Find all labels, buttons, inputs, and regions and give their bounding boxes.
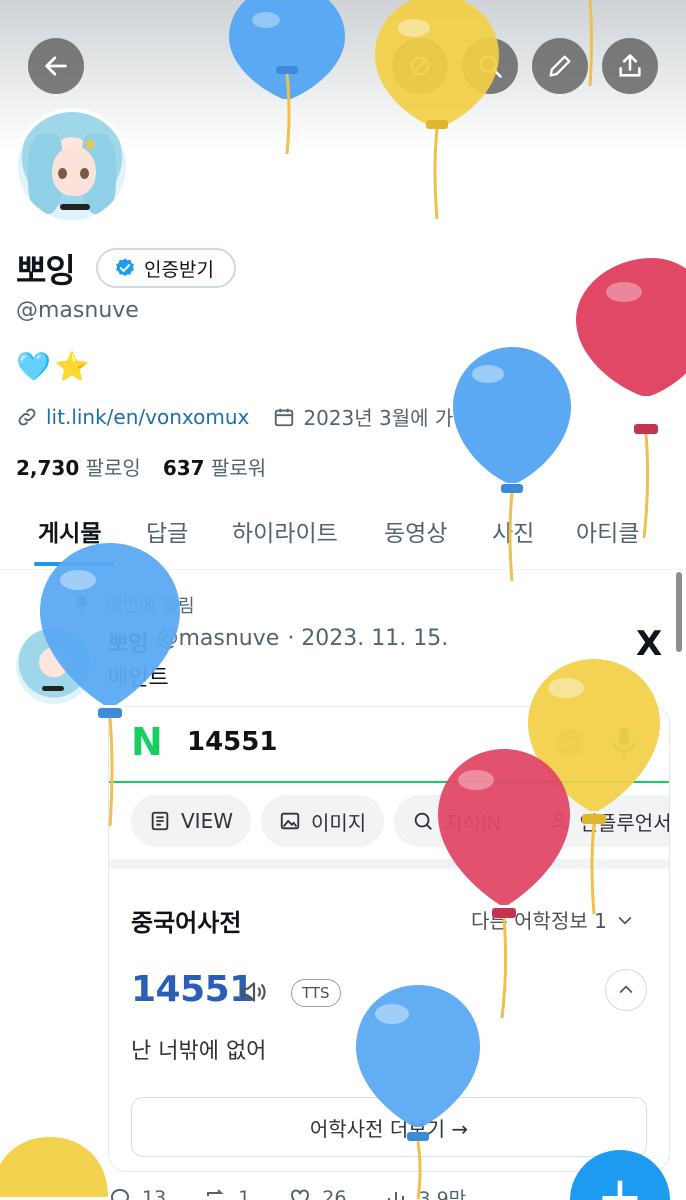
tts-badge: TTS	[291, 979, 341, 1007]
views-icon	[388, 1191, 405, 1200]
post-date[interactable]: · 2023. 11. 15.	[287, 626, 448, 658]
naver-logo: N	[131, 720, 163, 764]
get-verified-label: 인증받기	[144, 258, 214, 281]
chevron-right-icon[interactable]: ›	[500, 405, 508, 429]
following-link[interactable]: 2,730 팔로잉	[16, 452, 141, 481]
post-text: 메인트	[108, 666, 169, 691]
speaker-icon	[241, 982, 266, 1002]
repost-button[interactable]: 1	[204, 1184, 250, 1200]
post-actions: 13 1 26 3.9만	[108, 1184, 466, 1200]
tab-replies[interactable]: 답글	[146, 514, 188, 548]
profile-tabs: 게시물 답글 하이라이트 동영상 사진 아티클	[0, 498, 686, 570]
document-icon	[151, 811, 169, 831]
mute-button[interactable]	[392, 38, 448, 94]
heart-icon	[291, 1189, 310, 1200]
chip-images: 이미지	[261, 795, 385, 847]
clear-icon: ×	[555, 729, 583, 757]
tab-photos[interactable]: 사진	[492, 514, 534, 548]
chevron-down-icon	[618, 916, 632, 925]
search-query: 14551	[187, 727, 278, 757]
star-emoji: ⭐	[54, 350, 90, 383]
pinned-label: 메인에 올림	[106, 596, 195, 617]
tab-highlights[interactable]: 하이라이트	[232, 514, 338, 548]
active-tab-indicator	[34, 562, 114, 566]
share-icon	[619, 54, 641, 77]
pinned-indicator: 메인에 올림	[72, 592, 195, 618]
profile-link[interactable]: lit.link/en/vonxomux	[46, 405, 249, 429]
post-image[interactable]: N 14551 × VIEW 이미지 지식iN 인플루언서 중국어사전 다른 어…	[108, 706, 670, 1172]
post-author-avatar[interactable]	[16, 628, 92, 704]
edit-icon	[549, 55, 571, 77]
image-icon	[280, 812, 300, 830]
balloon-decoration	[0, 1137, 108, 1197]
tab-posts[interactable]: 게시물	[38, 514, 101, 548]
share-button[interactable]	[602, 38, 658, 94]
scrollbar[interactable]	[676, 572, 682, 652]
dictionary-more-button: 어학사전 더보기 →	[131, 1097, 647, 1157]
arrow-left-icon	[45, 56, 67, 76]
post-header: 뽀잉 @masnuve · 2023. 11. 15.	[108, 626, 448, 658]
user-handle: @masnuve	[16, 298, 139, 323]
light-blue-heart-emoji: 🩵	[16, 350, 51, 383]
search-tabs: VIEW 이미지 지식iN 인플루언서	[131, 795, 669, 847]
reply-button[interactable]: 13	[108, 1184, 166, 1200]
tab-videos[interactable]: 동영상	[384, 514, 447, 548]
calendar-icon	[275, 408, 294, 426]
microphone-icon	[612, 728, 636, 758]
mute-icon	[410, 56, 430, 76]
edit-button[interactable]	[532, 38, 588, 94]
chip-influencer: 인플루언서	[529, 795, 669, 847]
joined-date: 2023년 3월에 가입함	[303, 406, 491, 430]
views-button[interactable]: 3.9만	[384, 1184, 466, 1200]
naver-search-bar: N 14551 ×	[109, 707, 669, 783]
search-button[interactable]	[462, 38, 518, 94]
dictionary-meaning: 난 너밖에 없어	[131, 1039, 267, 1064]
chip-knowledge: 지식iN	[394, 795, 520, 847]
search-icon	[479, 55, 502, 78]
link-icon	[18, 408, 36, 425]
chevron-up-icon	[605, 969, 647, 1011]
profile-avatar[interactable]: ★	[14, 108, 130, 224]
reply-icon	[110, 1188, 129, 1200]
get-verified-button[interactable]: 인증받기	[96, 248, 236, 288]
followers-link[interactable]: 637 팔로워	[163, 452, 266, 481]
dictionary-more-info: 다른 어학정보 1	[471, 905, 635, 934]
dictionary-title: 중국어사전	[131, 909, 242, 937]
profile-meta: lit.link/en/vonxomux 2023년 3월에 가입함 ›	[16, 402, 508, 431]
x-logo-icon: X	[636, 624, 663, 664]
post-author-handle[interactable]: @masnuve	[156, 626, 279, 658]
pin-icon	[74, 596, 90, 613]
tab-articles[interactable]: 아티클	[576, 514, 639, 548]
display-name: 뽀잉	[16, 251, 76, 290]
post-author-name[interactable]: 뽀잉	[108, 626, 148, 658]
bio: 🩵 ⭐	[16, 350, 90, 383]
like-button[interactable]: 26	[288, 1184, 346, 1200]
dictionary-word: 14551	[131, 969, 254, 1010]
back-button[interactable]	[28, 38, 84, 94]
search-icon	[414, 812, 433, 830]
follow-stats: 2,730 팔로잉 637 팔로워	[16, 452, 266, 481]
repost-icon	[207, 1188, 226, 1200]
chip-view: VIEW	[131, 795, 251, 847]
verified-badge-icon	[116, 258, 134, 277]
person-icon	[550, 812, 567, 830]
